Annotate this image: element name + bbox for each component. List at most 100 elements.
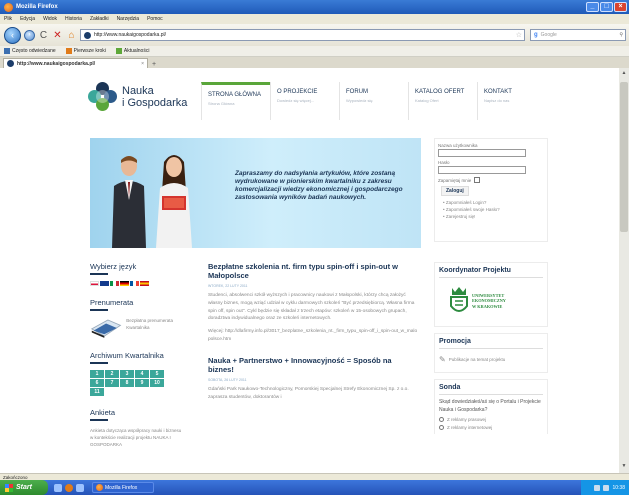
nav-item-katalog-ofert[interactable]: KATALOG OFERT Katalog Ofert <box>408 82 477 120</box>
nav-item-strona-glowna[interactable]: STRONA GŁÓWNA Strona Główna <box>201 82 270 120</box>
forward-button[interactable]: › <box>24 29 35 41</box>
firefox-launch-icon[interactable] <box>65 483 73 492</box>
volume-icon[interactable] <box>603 484 610 491</box>
menu-narzedzia[interactable]: Narzędzia <box>117 16 140 22</box>
tab-favicon-icon <box>7 60 14 67</box>
tab-close-icon[interactable]: × <box>141 61 144 67</box>
language-heading: Wybierz język <box>90 262 137 271</box>
archive-issue[interactable]: 11 <box>90 388 104 396</box>
search-input[interactable]: g Google ⚲ <box>530 29 626 41</box>
maximize-button[interactable]: □ <box>600 2 613 12</box>
nav-item-forum[interactable]: FORUM Wypowiedz się <box>339 82 408 120</box>
username-label: Nazwa użytkownika <box>438 143 478 148</box>
article-title[interactable]: Nauka + Partnerstwo + Innowacyjność = Sp… <box>208 356 418 374</box>
newsletter-block[interactable]: Bezpłatna prenumerata Kwartalnika <box>90 317 190 339</box>
home-button[interactable]: ⌂ <box>66 30 77 41</box>
url-bar[interactable]: http://www.naukaigospodarka.pl/ ☆ <box>80 29 525 41</box>
right-sidebar: Koordynator Projektu UNIWERSYTET EKONOMI… <box>434 262 548 440</box>
newsletter-text: Bezpłatna prenumerata Kwartalnika <box>126 318 173 330</box>
poll-option-label: Z reklamy internetowej <box>447 425 493 430</box>
bookmark-czesto-odwiedzane[interactable]: Często odwiedzane <box>4 48 56 54</box>
pencil-icon: ✎ <box>439 355 446 364</box>
uek-logo[interactable]: UNIWERSYTET EKONOMICZNY W KRAKOWIE <box>449 286 543 316</box>
vertical-scrollbar[interactable]: ▲ ▼ <box>619 68 629 473</box>
archive-issue[interactable]: 5 <box>150 370 164 378</box>
forgot-login-link[interactable]: Zapomniałeś Login? <box>446 200 487 205</box>
show-desktop-icon[interactable] <box>54 483 62 492</box>
promo-heading: Promocja <box>439 338 471 345</box>
network-icon[interactable] <box>594 484 601 491</box>
flag-es-icon[interactable] <box>140 281 149 286</box>
stop-button[interactable]: ✕ <box>52 30 63 41</box>
nav-item-o-projekcie[interactable]: O PROJEKCIE Dowiedz się więcej... <box>270 82 339 120</box>
page-viewport: Nauka i Gospodarka STRONA GŁÓWNA Strona … <box>0 68 619 473</box>
menu-widok[interactable]: Widok <box>43 16 57 22</box>
password-field[interactable] <box>438 166 526 174</box>
register-link[interactable]: Zarejestruj się! <box>446 214 476 219</box>
ie-launch-icon[interactable] <box>76 483 84 492</box>
scroll-down-icon[interactable]: ▼ <box>620 463 628 471</box>
bookmark-star-icon[interactable]: ☆ <box>516 31 522 39</box>
firefox-bookmark-icon <box>65 48 72 54</box>
tab-bar: http://www.naukaigospodarka.pl/ × + <box>0 57 629 68</box>
close-window-button[interactable]: × <box>614 2 627 12</box>
firefox-icon <box>96 484 103 491</box>
flag-pl-icon[interactable] <box>90 281 99 286</box>
menu-edycja[interactable]: Edycja <box>20 16 35 22</box>
site-logo[interactable]: Nauka i Gospodarka <box>88 82 187 112</box>
login-form: Nazwa użytkownika Hasło Zapamiętaj mnie … <box>434 138 548 242</box>
google-icon: g <box>534 32 538 38</box>
archive-issue[interactable]: 3 <box>120 370 134 378</box>
magazine-icon <box>90 319 122 338</box>
archive-issue[interactable]: 2 <box>105 370 119 378</box>
poll-box: Sonda Skąd dowiedziałeś/aś się o Portalu… <box>434 379 548 434</box>
flag-it-icon[interactable] <box>110 281 119 286</box>
flag-gb-icon[interactable] <box>100 281 109 286</box>
tab-active[interactable]: http://www.naukaigospodarka.pl/ × <box>3 58 148 68</box>
archive-issue[interactable]: 8 <box>120 379 134 387</box>
site-favicon-icon <box>84 31 91 39</box>
article-body: Studenci, absolwenci szkół wyższych i pr… <box>208 293 415 322</box>
bookmark-aktualnosci[interactable]: Aktualności <box>115 48 149 54</box>
bookmark-pierwsze-kroki[interactable]: Pierwsze kroki <box>65 48 106 54</box>
archive-issue[interactable]: 10 <box>150 379 164 387</box>
firefox-icon <box>4 2 13 12</box>
poll-option-radio[interactable] <box>439 417 444 422</box>
taskbar: Start Mozilla Firefox 10:38 <box>0 480 629 495</box>
language-flags <box>90 281 190 286</box>
reload-button[interactable]: C <box>38 30 49 41</box>
scroll-up-icon[interactable]: ▲ <box>620 70 628 78</box>
menu-historia[interactable]: Historia <box>65 16 82 22</box>
login-button[interactable]: Zaloguj <box>441 186 469 196</box>
archive-issue[interactable]: 4 <box>135 370 149 378</box>
search-icon[interactable]: ⚲ <box>619 32 623 38</box>
article-title[interactable]: Bezpłatne szkolenia nt. firm typu spin-o… <box>208 262 418 280</box>
menu-pomoc[interactable]: Pomoc <box>147 16 163 22</box>
archive-issue[interactable]: 9 <box>135 379 149 387</box>
minimize-button[interactable]: _ <box>586 2 599 12</box>
archive-issue[interactable]: 6 <box>90 379 104 387</box>
logo-flower-icon <box>88 82 118 112</box>
back-button[interactable]: ‹ <box>4 26 21 44</box>
flag-fr-icon[interactable] <box>130 281 139 286</box>
new-tab-button[interactable]: + <box>152 61 156 68</box>
remember-label: Zapamiętaj mnie <box>438 177 472 183</box>
start-button[interactable]: Start <box>0 480 48 495</box>
taskbar-firefox-window[interactable]: Mozilla Firefox <box>92 482 154 493</box>
poll-description[interactable]: Ankieta dotycząca współpracy nauki i biz… <box>90 427 185 448</box>
man-photo <box>112 156 146 248</box>
scrollbar-thumb[interactable] <box>620 82 628 232</box>
poll-option-radio[interactable] <box>439 425 444 430</box>
archive-issue[interactable]: 1 <box>90 370 104 378</box>
forgot-password-link[interactable]: Zapomniałeś swoje Hasło? <box>446 207 500 212</box>
username-field[interactable] <box>438 149 526 157</box>
nav-item-kontakt[interactable]: KONTAKT Napisz do nas <box>477 82 546 120</box>
article-more-link[interactable]: Więcej: http://dlafirmy.info.pl/3017_bez… <box>208 328 418 344</box>
remember-checkbox[interactable] <box>474 177 481 183</box>
archive-issue[interactable]: 7 <box>105 379 119 387</box>
menu-zakladki[interactable]: Zakładki <box>90 16 109 22</box>
article-body: Gdański Park Naukowo-Technologiczny, Pom… <box>208 386 409 400</box>
flag-de-icon[interactable] <box>120 281 129 286</box>
menu-plik[interactable]: Plik <box>4 16 12 22</box>
promo-link[interactable]: Publikacje na temat projektu <box>449 357 506 362</box>
